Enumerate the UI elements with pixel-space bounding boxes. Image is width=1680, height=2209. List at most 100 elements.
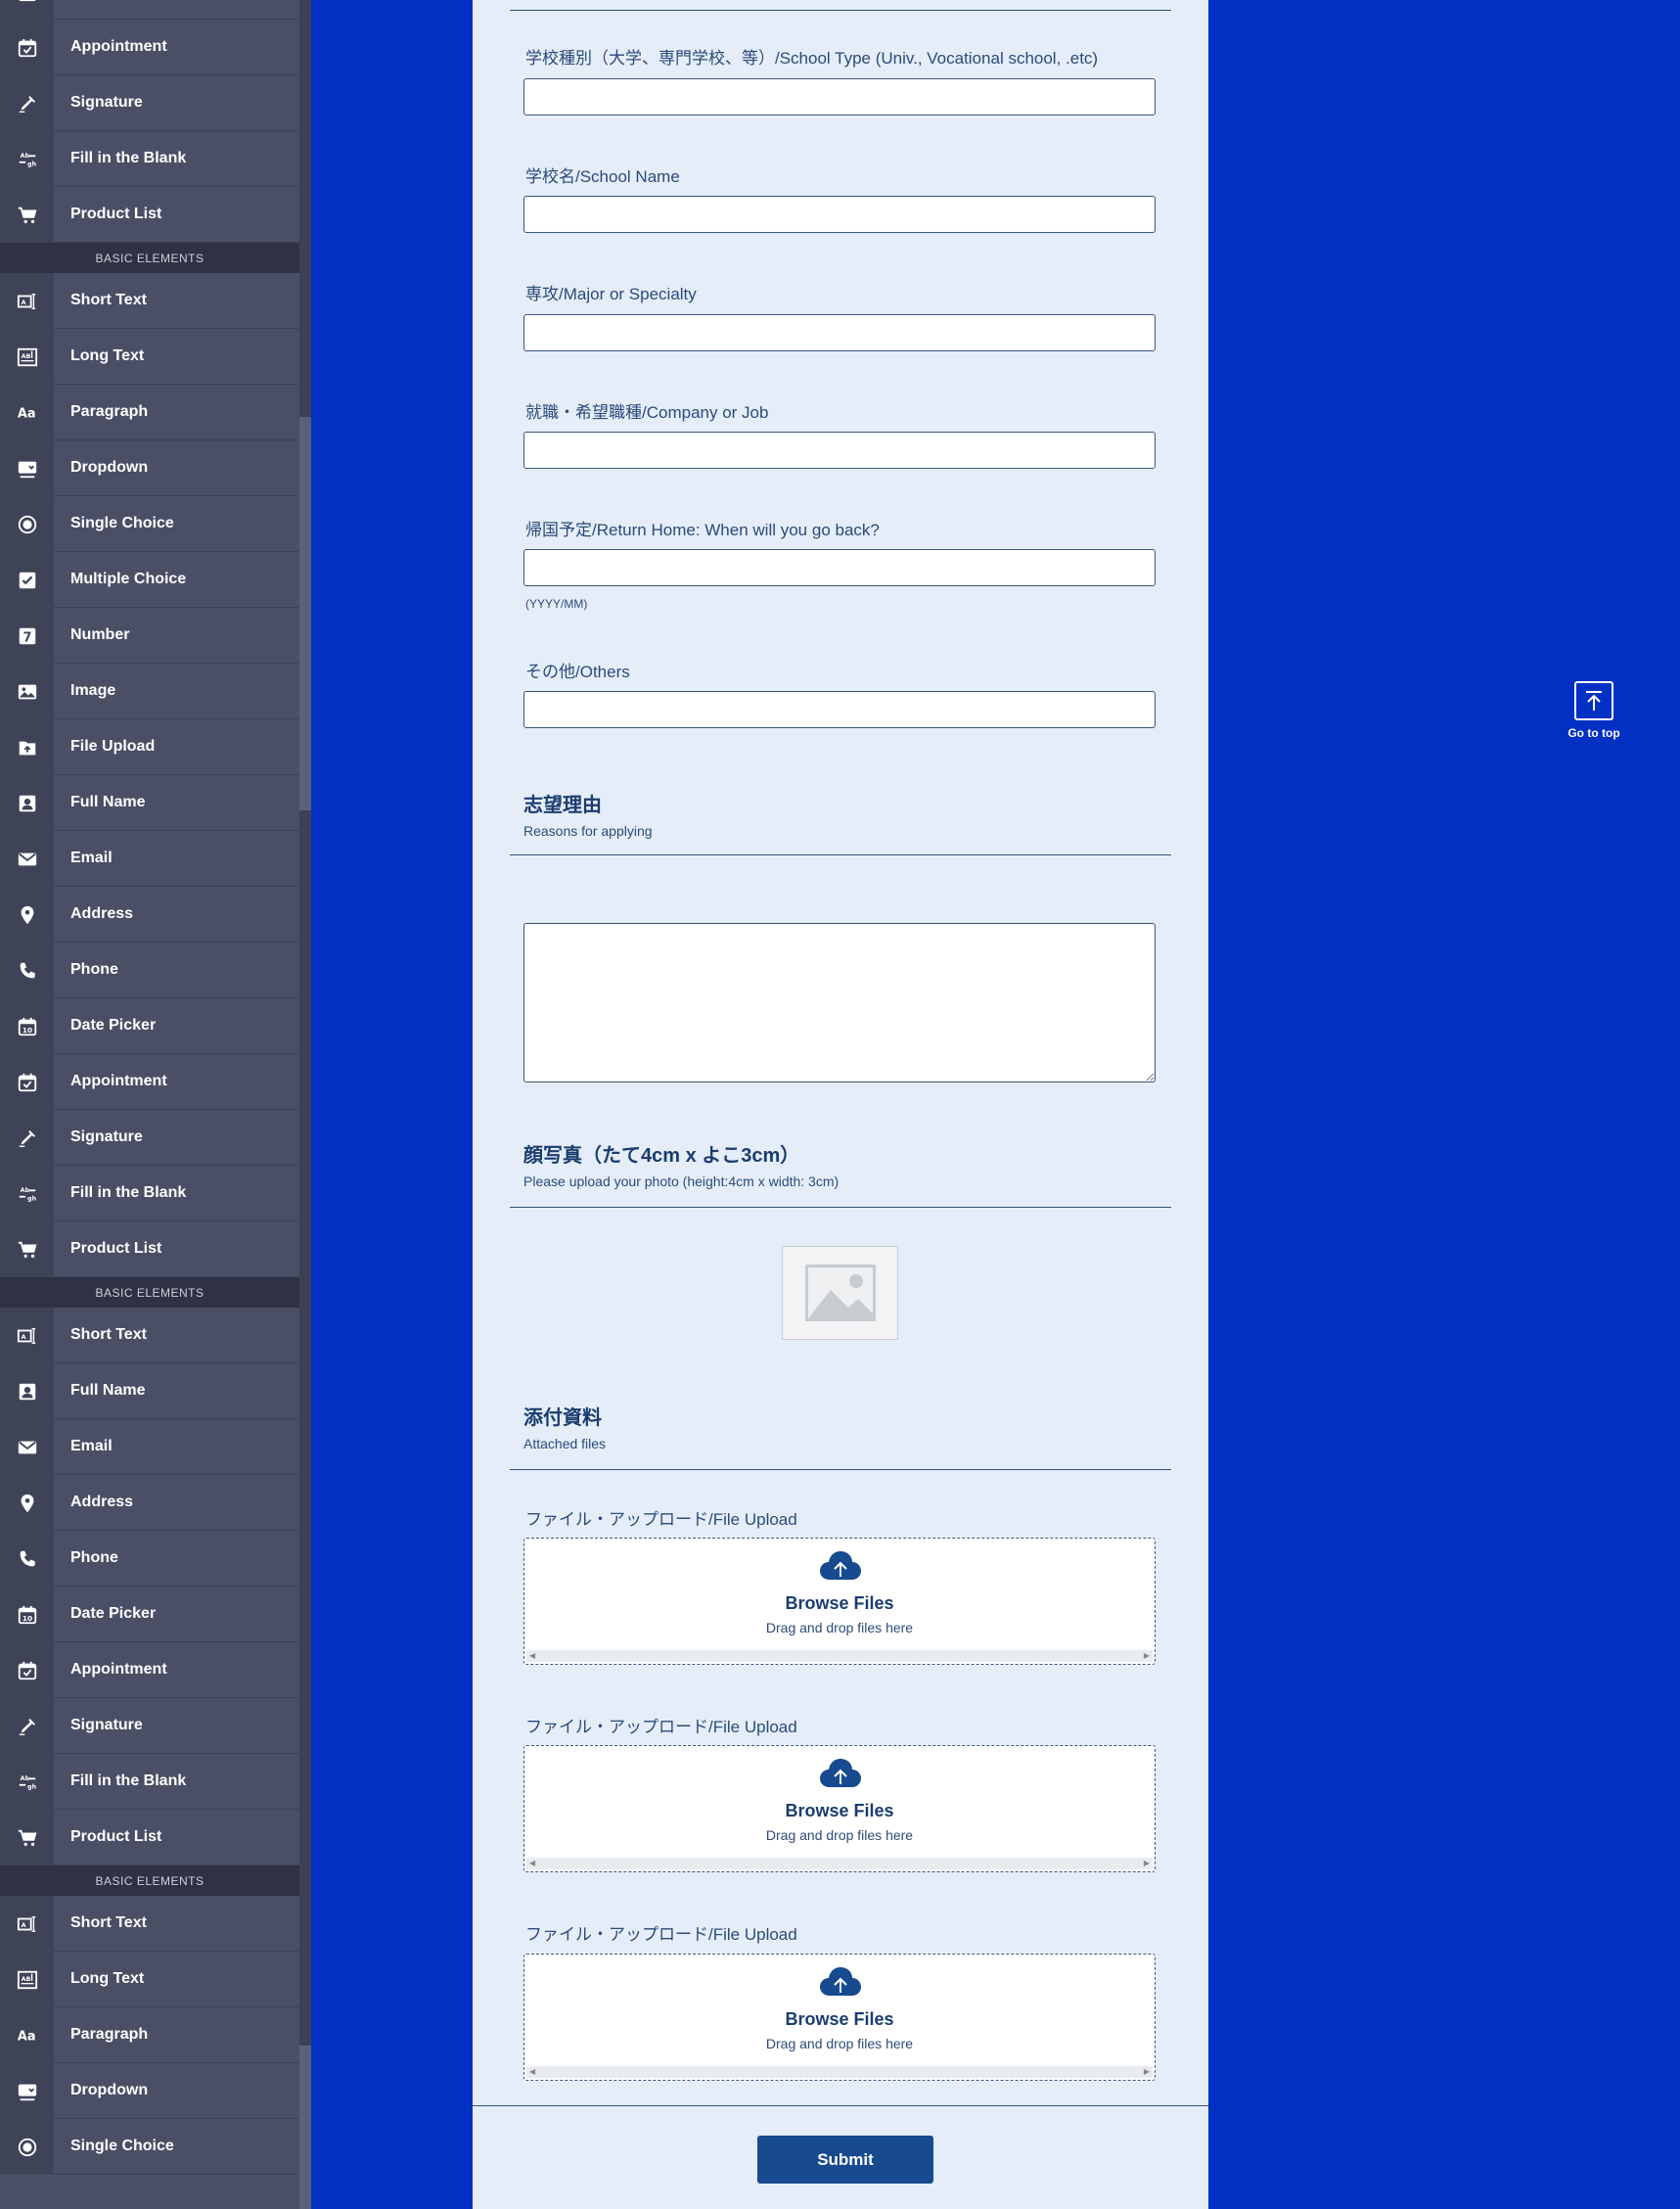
sidebar-item-product-list[interactable]: Product List <box>0 1810 299 1865</box>
person-icon <box>0 775 54 831</box>
sidebar-item-fill-in-the-blank[interactable]: Ab gh Fill in the Blank <box>0 131 299 187</box>
sidebar-item-paragraph[interactable]: Aa Paragraph <box>0 385 299 440</box>
horizontal-scrollbar[interactable]: ◀ ▶ <box>526 1650 1153 1662</box>
section-divider <box>510 1469 1171 1470</box>
scroll-right-icon[interactable]: ▶ <box>1144 1651 1150 1660</box>
go-to-top-button[interactable]: Go to top <box>1566 681 1622 740</box>
sidebar-item-image[interactable]: Image <box>0 664 299 719</box>
cart-icon <box>0 187 54 243</box>
sidebar-item-label: Appointment <box>70 38 167 55</box>
sidebar-item-short-text[interactable]: A Short Text <box>0 273 299 329</box>
sidebar-item-email[interactable]: Email <box>0 1419 299 1475</box>
checkbox-icon <box>0 552 54 608</box>
short-text-icon: A <box>0 1896 54 1952</box>
sidebar-item-label: Email <box>70 850 113 866</box>
school-type-input[interactable] <box>523 78 1156 115</box>
short-text-icon: A <box>0 1308 54 1363</box>
sidebar-item-short-text[interactable]: A Short Text <box>0 1308 299 1363</box>
sidebar-item-long-text[interactable]: AB Long Text <box>0 329 299 385</box>
sidebar-item-signature[interactable]: Signature <box>0 75 299 131</box>
sidebar-item-date-picker[interactable]: 10Date Picker <box>0 998 299 1054</box>
sidebar-item-product-list[interactable]: Product List <box>0 1221 299 1277</box>
horizontal-scrollbar[interactable]: ◀ ▶ <box>526 2066 1153 2078</box>
sidebar-item-signature[interactable]: Signature <box>0 1110 299 1166</box>
phone-icon <box>0 943 54 998</box>
browse-files-button[interactable]: Browse Files <box>524 2009 1155 2030</box>
sidebar-item-paragraph[interactable]: Aa Paragraph <box>0 2007 299 2063</box>
sidebar-item-appointment[interactable]: Appointment <box>0 1054 299 1110</box>
sidebar-item-label: Short Text <box>70 1326 147 1343</box>
sidebar-item-full-name[interactable]: Full Name <box>0 1363 299 1419</box>
scroll-left-icon[interactable]: ◀ <box>529 1651 535 1660</box>
sidebar-item-phone[interactable]: Phone <box>0 943 299 998</box>
sidebar-item-full-name[interactable]: Full Name <box>0 775 299 831</box>
scroll-right-icon[interactable]: ▶ <box>1144 1859 1150 1867</box>
file-upload-dropzone[interactable]: Browse Files Drag and drop files here ◀ ▶ <box>523 1745 1156 1872</box>
sidebar-item-label: File Upload <box>70 738 156 755</box>
school-name-label: 学校名/School Name <box>525 167 680 186</box>
sidebar-item-long-text[interactable]: AB Long Text <box>0 1952 299 2007</box>
sidebar-item-fill-in-the-blank[interactable]: Ab gh Fill in the Blank <box>0 1754 299 1810</box>
file-upload-dropzone[interactable]: Browse Files Drag and drop files here ◀ ▶ <box>523 1538 1156 1665</box>
return-home-hint: (YYYY/MM) <box>525 597 588 611</box>
submit-button[interactable]: Submit <box>757 2136 933 2184</box>
sidebar-scrollbar-thumb[interactable] <box>299 2046 311 2209</box>
svg-text:Aa: Aa <box>17 2029 35 2044</box>
cart-icon <box>0 1810 54 1865</box>
sidebar-item-date-picker[interactable]: 10Date Picker <box>0 0 299 20</box>
sidebar-item-label: Appointment <box>70 1661 167 1678</box>
svg-text:A: A <box>21 1920 25 1928</box>
sidebar-item-date-picker[interactable]: 10Date Picker <box>0 1587 299 1642</box>
cart-icon <box>0 1221 54 1277</box>
scroll-left-icon[interactable]: ◀ <box>529 1859 535 1867</box>
company-job-input[interactable] <box>523 432 1156 469</box>
scroll-left-icon[interactable]: ◀ <box>529 2067 535 2076</box>
svg-text:Ab: Ab <box>20 1774 29 1782</box>
browse-files-button[interactable]: Browse Files <box>524 1801 1155 1821</box>
sidebar-item-phone[interactable]: Phone <box>0 1531 299 1587</box>
sidebar-item-single-choice[interactable]: Single Choice <box>0 2119 299 2175</box>
sidebar-item-dropdown[interactable]: Dropdown <box>0 2063 299 2119</box>
sidebar-item-appointment[interactable]: Appointment <box>0 20 299 75</box>
sidebar-item-label: Dropdown <box>70 459 149 476</box>
sidebar-item-label: Signature <box>70 94 143 111</box>
sidebar-item-file-upload[interactable]: File Upload <box>0 719 299 775</box>
school-name-input[interactable] <box>523 196 1156 233</box>
scroll-right-icon[interactable]: ▶ <box>1144 2067 1150 2076</box>
sidebar-scrollbar-thumb[interactable] <box>299 417 311 810</box>
svg-text:A: A <box>21 1332 25 1340</box>
sidebar-item-multiple-choice[interactable]: Multiple Choice <box>0 552 299 608</box>
sidebar-item-address[interactable]: Address <box>0 887 299 943</box>
sidebar-item-dropdown[interactable]: Dropdown <box>0 440 299 496</box>
sidebar-item-label: Long Text <box>70 1970 145 1987</box>
file-upload-dropzone[interactable]: Browse Files Drag and drop files here ◀ ▶ <box>523 1954 1156 2081</box>
svg-text:gh: gh <box>27 160 37 167</box>
sidebar-item-label: Signature <box>70 1128 143 1145</box>
sidebar-item-single-choice[interactable]: Single Choice <box>0 496 299 552</box>
sidebar-item-number[interactable]: 7 Number <box>0 608 299 664</box>
sidebar-item-email[interactable]: Email <box>0 831 299 887</box>
major-input[interactable] <box>523 314 1156 351</box>
return-home-input[interactable] <box>523 549 1156 586</box>
sidebar-item-signature[interactable]: Signature <box>0 1698 299 1754</box>
dropdown-icon <box>0 2063 54 2119</box>
file-upload-icon <box>0 719 54 775</box>
sidebar-item-appointment[interactable]: Appointment <box>0 1642 299 1698</box>
sidebar-scrollbar-track[interactable] <box>299 0 311 2209</box>
sidebar-item-fill-in-the-blank[interactable]: Ab gh Fill in the Blank <box>0 1166 299 1221</box>
svg-text:7: 7 <box>23 630 31 645</box>
sidebar-list: 10Date PickerAppointmentSignatureAbghFil… <box>0 0 299 2175</box>
sidebar-item-label: Date Picker <box>70 1605 157 1622</box>
browse-files-button[interactable]: Browse Files <box>524 1593 1155 1614</box>
sidebar-item-address[interactable]: Address <box>0 1475 299 1531</box>
sidebar-item-short-text[interactable]: A Short Text <box>0 1896 299 1952</box>
drag-drop-hint: Drag and drop files here <box>765 1827 914 1843</box>
svg-text:gh: gh <box>27 1782 37 1790</box>
sidebar-item-product-list[interactable]: Product List <box>0 187 299 243</box>
reasons-textarea[interactable] <box>523 923 1156 1082</box>
short-text-icon: A <box>0 273 54 329</box>
long-text-icon: AB <box>0 329 54 385</box>
others-input[interactable] <box>523 691 1156 728</box>
horizontal-scrollbar[interactable]: ◀ ▶ <box>526 1858 1153 1869</box>
photo-heading: 顔写真（たて4cm x よこ3cm） <box>523 1145 800 1167</box>
